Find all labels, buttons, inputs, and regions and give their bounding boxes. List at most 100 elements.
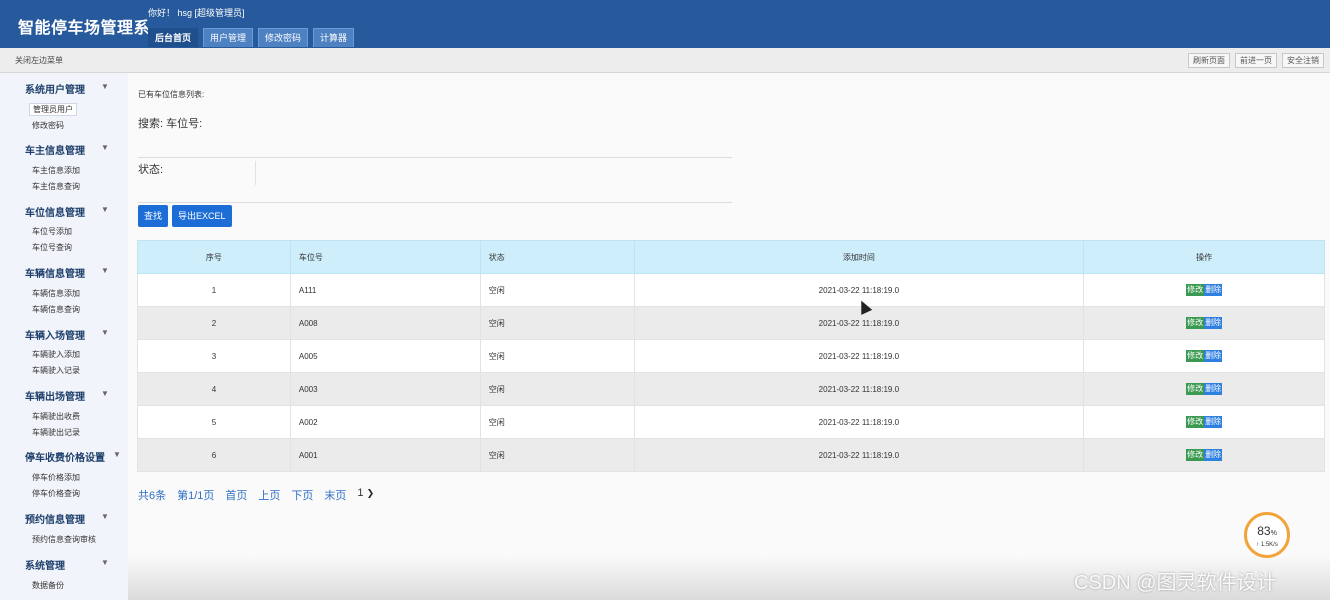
column-header-index: 序号 [137, 240, 291, 274]
delete-button[interactable]: 删除 [1204, 350, 1223, 362]
close-sidebar-link[interactable]: 关闭左边菜单 [15, 55, 63, 66]
sidebar-group-label: 预约信息管理 [25, 515, 85, 526]
cell-spot: A005 [289, 339, 481, 373]
table-row: 2 A008 空闲 2021-03-22 11:18:19.0 修改 删除 [137, 306, 1325, 340]
tab-user-management[interactable]: 用户管理 [203, 28, 254, 47]
tab-dashboard[interactable]: 后台首页 [148, 28, 199, 47]
sidebar-group-exit[interactable]: 车辆出场管理 ▼ [25, 388, 120, 403]
chevron-down-icon: ▼ [101, 512, 109, 521]
delete-button[interactable]: 删除 [1204, 449, 1223, 461]
network-speed-widget[interactable]: 83% ↑ 1.5K/s [1244, 512, 1290, 558]
column-header-actions: 操作 [1083, 240, 1325, 274]
cell-time: 2021-03-22 11:18:19.0 [633, 405, 1085, 439]
sidebar-item-vehicle-add[interactable]: 车辆信息添加 [32, 288, 80, 299]
sidebar-group-entry[interactable]: 车辆入场管理 ▼ [25, 327, 120, 342]
list-title: 已有车位信息列表: [138, 90, 205, 99]
edit-button[interactable]: 修改 [1186, 284, 1205, 296]
cell-spot: A003 [289, 372, 481, 406]
watermark: CSDN @图灵软件设计 [1074, 572, 1277, 594]
chevron-down-icon: ▼ [101, 205, 109, 214]
cell-spot: A002 [289, 405, 481, 439]
pager-prev-link[interactable]: 上页 [258, 487, 280, 503]
delete-button[interactable]: 删除 [1204, 317, 1223, 329]
sidebar-item-reservation-review[interactable]: 预约信息查询审核 [32, 534, 96, 545]
table-row: 4 A003 空闲 2021-03-22 11:18:19.0 修改 删除 [137, 372, 1325, 406]
column-header-time: 添加时间 [633, 240, 1085, 274]
sidebar-item-vehicle-query[interactable]: 车辆信息查询 [32, 304, 80, 315]
chevron-down-icon: ▼ [101, 328, 109, 337]
export-excel-button[interactable]: 导出EXCEL [172, 205, 232, 227]
sidebar-group-owner-info[interactable]: 车主信息管理 ▼ [25, 142, 120, 157]
sidebar-item-owner-query[interactable]: 车主信息查询 [32, 181, 80, 192]
sidebar-item-data-backup[interactable]: 数据备份 [32, 580, 64, 591]
sidebar-group-label: 系统管理 [25, 561, 65, 572]
top-header: 智能停车场管理系 你好！ hsg [超级管理员] 后台首页 用户管理 修改密码 … [0, 0, 1330, 48]
sidebar-item-spot-query[interactable]: 车位号查询 [32, 242, 72, 253]
sidebar-group-pricing[interactable]: 停车收费价格设置 ▼ [25, 449, 121, 464]
page-select[interactable]: 1 ❯ [357, 487, 374, 503]
sidebar-group-reservation[interactable]: 预约信息管理 ▼ [25, 511, 120, 526]
sidebar-item-entry-add[interactable]: 车辆驶入添加 [32, 349, 80, 360]
form-divider [138, 202, 732, 203]
sidebar-group-label: 车主信息管理 [25, 146, 85, 157]
delete-button[interactable]: 删除 [1204, 416, 1223, 428]
speed-rate: ↑ 1.5K/s [1256, 542, 1278, 548]
sub-toolbar: 关闭左边菜单 刷新页面 前进一页 安全注销 [0, 48, 1330, 73]
table-row: 5 A002 空闲 2021-03-22 11:18:19.0 修改 删除 [137, 405, 1325, 439]
parking-spot-table: 序号 车位号 状态 添加时间 操作 1 A111 空闲 2021-03-22 1… [137, 240, 1325, 472]
pager-last-link[interactable]: 末页 [324, 487, 346, 503]
column-header-status: 状态 [479, 240, 635, 274]
sidebar-item-entry-records[interactable]: 车辆驶入记录 [32, 365, 80, 376]
pager-next-link[interactable]: 下页 [291, 487, 313, 503]
cell-index: 6 [137, 438, 291, 472]
search-button[interactable]: 查找 [138, 205, 169, 227]
sidebar-group-vehicle-info[interactable]: 车辆信息管理 ▼ [25, 265, 120, 280]
cell-index: 2 [137, 306, 291, 340]
sidebar-item-price-query[interactable]: 停车价格查询 [32, 488, 80, 499]
sidebar-group-spot-info[interactable]: 车位信息管理 ▼ [25, 204, 120, 219]
tab-change-password[interactable]: 修改密码 [258, 28, 309, 47]
search-spot-label: 搜索: 车位号: [138, 118, 203, 130]
pager-first-link[interactable]: 首页 [225, 487, 247, 503]
sidebar-item-exit-records[interactable]: 车辆驶出记录 [32, 427, 80, 438]
delete-button[interactable]: 删除 [1204, 383, 1223, 395]
sidebar-item-admin-users[interactable]: 管理员用户 [29, 103, 77, 116]
sidebar-group-system[interactable]: 系统管理 ▼ [25, 557, 120, 572]
logout-button[interactable]: 安全注销 [1282, 53, 1324, 68]
status-label: 状态: [138, 164, 164, 176]
sidebar-item-owner-add[interactable]: 车主信息添加 [32, 165, 80, 176]
refresh-page-button[interactable]: 刷新页面 [1188, 53, 1230, 68]
sidebar-item-exit-charge[interactable]: 车辆驶出收费 [32, 411, 80, 422]
edit-button[interactable]: 修改 [1186, 449, 1205, 461]
speed-percent-unit: % [1270, 530, 1277, 537]
table-header-row: 序号 车位号 状态 添加时间 操作 [137, 240, 1325, 274]
sidebar-item-change-password[interactable]: 修改密码 [32, 120, 64, 131]
pager-total: 共6条 [138, 490, 167, 502]
sidebar-group-system-users[interactable]: 系统用户管理 ▼ [25, 81, 120, 96]
edit-button[interactable]: 修改 [1186, 317, 1205, 329]
tab-calculator[interactable]: 计算器 [313, 28, 355, 47]
search-spot-input[interactable] [138, 157, 732, 158]
forward-page-button[interactable]: 前进一页 [1235, 53, 1277, 68]
cell-status: 空闲 [479, 306, 635, 340]
edit-button[interactable]: 修改 [1186, 383, 1205, 395]
cell-spot: A008 [289, 306, 481, 340]
cell-time: 2021-03-22 11:18:19.0 [633, 339, 1085, 373]
sidebar-item-spot-add[interactable]: 车位号添加 [32, 226, 72, 237]
sidebar-group-label: 车辆出场管理 [25, 392, 85, 403]
status-input[interactable] [255, 161, 726, 185]
sidebar-group-label: 车辆入场管理 [25, 331, 85, 342]
cell-spot: A111 [289, 273, 481, 307]
edit-button[interactable]: 修改 [1186, 416, 1205, 428]
sidebar-group-label: 系统用户管理 [25, 85, 85, 96]
sidebar-item-price-add[interactable]: 停车价格添加 [32, 472, 80, 483]
chevron-down-icon: ▼ [101, 82, 109, 91]
pager-page-info: 第1/1页 [177, 490, 215, 502]
cell-index: 1 [137, 273, 291, 307]
cell-status: 空闲 [479, 372, 635, 406]
app-title: 智能停车场管理系 [18, 20, 151, 37]
table-row: 1 A111 空闲 2021-03-22 11:18:19.0 修改 删除 [137, 273, 1325, 307]
sidebar-group-label: 车辆信息管理 [25, 269, 85, 280]
delete-button[interactable]: 删除 [1204, 284, 1223, 296]
edit-button[interactable]: 修改 [1186, 350, 1205, 362]
